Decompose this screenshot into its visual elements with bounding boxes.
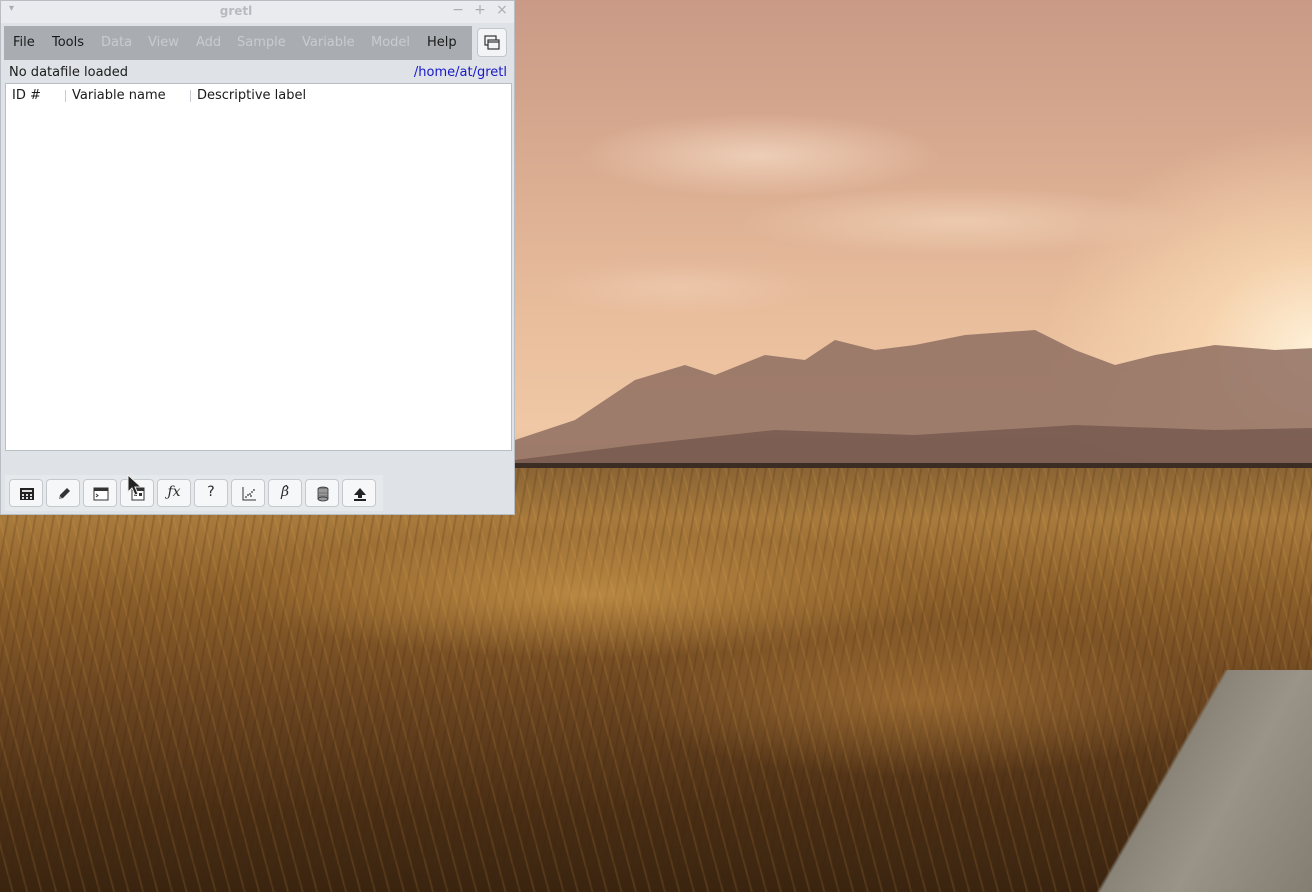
function-packages-button[interactable]: ƒx <box>157 479 191 507</box>
variable-list[interactable]: ID # Variable name Descriptive label <box>5 83 512 451</box>
pencil-icon <box>59 488 70 499</box>
menubar: File Tools Data View Add Sample Variable… <box>4 26 472 60</box>
help-button[interactable]: ? <box>194 479 228 507</box>
beta-hat-icon: β̂ <box>280 484 290 500</box>
database-icon <box>317 486 329 502</box>
menu-view[interactable]: View <box>148 35 179 50</box>
working-dir-link[interactable]: /home/at/gretl <box>414 65 507 80</box>
menu-tools[interactable]: Tools <box>52 35 84 50</box>
maximize-icon[interactable]: + <box>472 2 488 20</box>
upload-icon <box>354 488 366 501</box>
database-button[interactable] <box>305 479 339 507</box>
ols-model-button[interactable]: β̂ <box>268 479 302 507</box>
stone-path <box>1040 670 1312 892</box>
mouse-pointer-icon <box>127 474 143 496</box>
console-button[interactable] <box>83 479 117 507</box>
status-line: No datafile loaded /home/at/gretl <box>9 65 507 81</box>
menu-variable[interactable]: Variable <box>302 35 355 50</box>
column-header-descriptive-label[interactable]: Descriptive label <box>197 88 306 103</box>
column-separator[interactable] <box>190 90 191 102</box>
menu-add[interactable]: Add <box>196 35 221 50</box>
column-header-id[interactable]: ID # <box>12 88 41 103</box>
gretl-main-window: ▾ gretl − + × File Tools Data View Add S… <box>0 0 515 515</box>
menu-file[interactable]: File <box>13 35 35 50</box>
script-editor-button[interactable] <box>46 479 80 507</box>
minimize-icon[interactable]: − <box>450 2 466 20</box>
menu-help[interactable]: Help <box>427 35 457 50</box>
help-icon: ? <box>207 484 215 500</box>
main-toolbar: ƒx ? β̂ <box>5 475 383 511</box>
menu-model[interactable]: Model <box>371 35 410 50</box>
window-titlebar[interactable]: ▾ gretl − + × <box>1 1 514 23</box>
window-list-button[interactable] <box>477 28 507 57</box>
function-icon: ƒx <box>167 484 181 500</box>
upload-button[interactable] <box>342 479 376 507</box>
column-separator[interactable] <box>65 90 66 102</box>
datafile-status: No datafile loaded <box>9 65 129 80</box>
calculator-icon <box>20 488 34 500</box>
menu-data[interactable]: Data <box>101 35 132 50</box>
scatter-plot-icon <box>242 487 256 501</box>
menu-sample[interactable]: Sample <box>237 35 286 50</box>
mountain-range <box>515 330 1312 480</box>
terminal-icon <box>93 487 109 501</box>
window-title: gretl <box>219 4 253 18</box>
graph-button[interactable] <box>231 479 265 507</box>
column-header-variable-name[interactable]: Variable name <box>72 88 166 103</box>
close-icon[interactable]: × <box>494 2 510 20</box>
calculator-button[interactable] <box>9 479 43 507</box>
windows-icon <box>484 35 500 50</box>
